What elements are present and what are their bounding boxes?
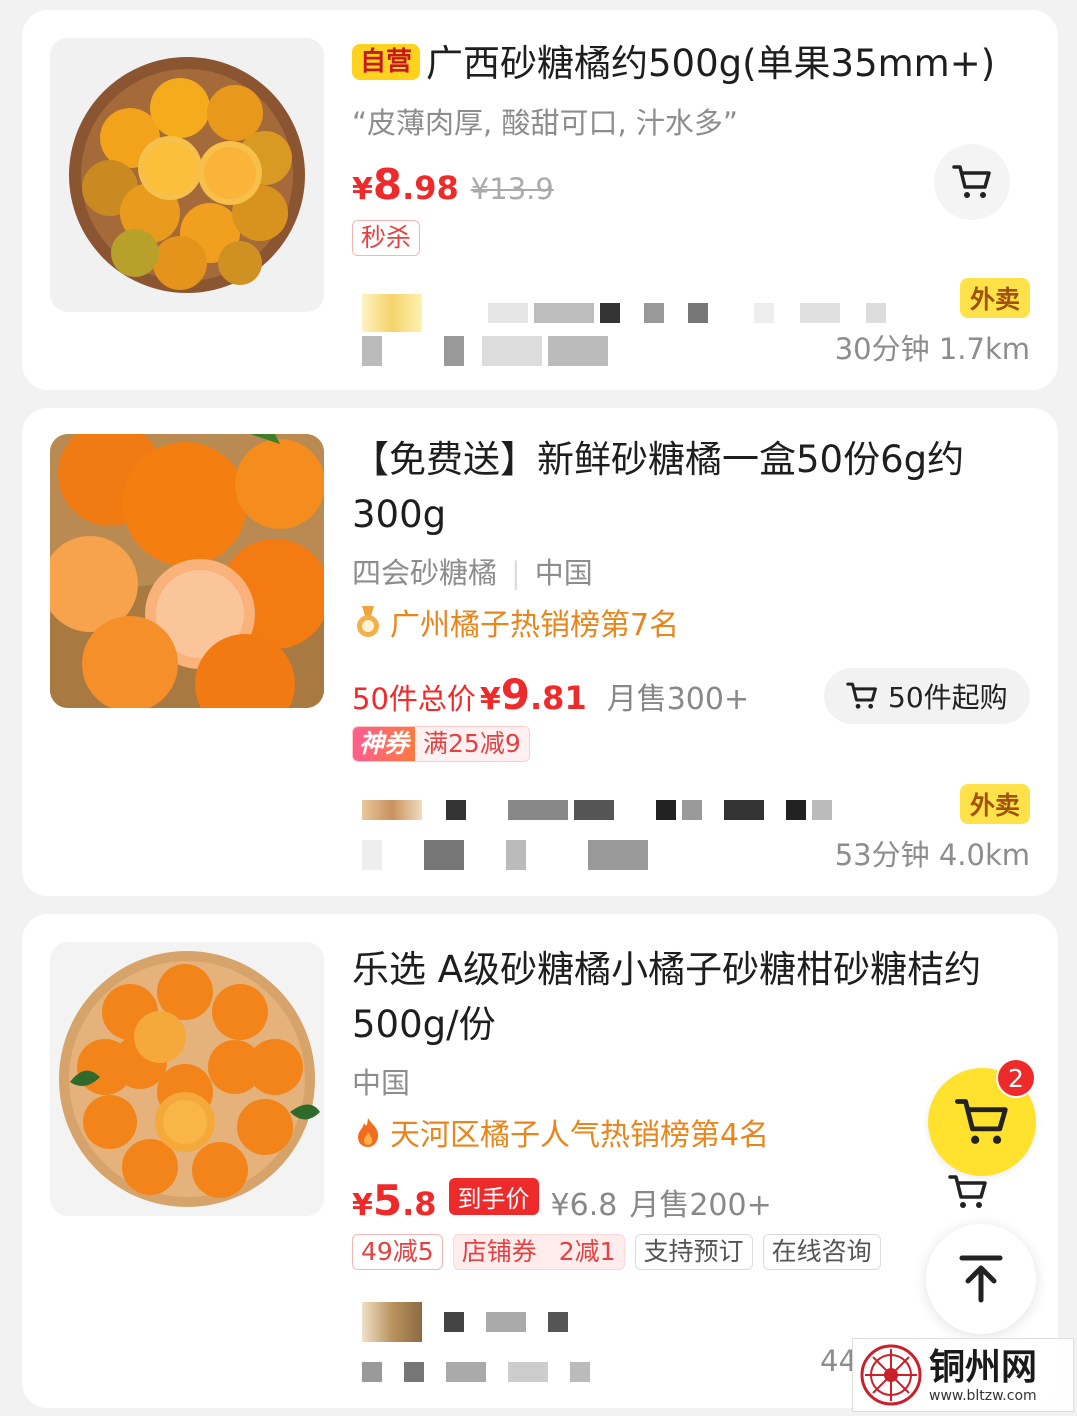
store-coupon-label: 店铺券 [461,1237,537,1266]
site-name: 铜州网 [929,1346,1038,1388]
monthly-sales: 月售200+ [629,1188,772,1223]
cart-icon [954,1099,1008,1144]
store-info-blurred [362,294,886,332]
self-operated-tag: 自营 [352,44,421,80]
delivery-time-distance: 53分钟 4.0km [834,838,1030,872]
store-coupon-chip[interactable]: 店铺券 2减1 [452,1234,625,1270]
product-slogan: “皮薄肉厚, 酸甜可口, 汁水多” [352,106,738,140]
price-integer: 8 [372,160,403,209]
price-symbol: ¥ [352,172,373,207]
cart-icon [846,682,877,709]
rank-text: 广州橘子热销榜第7名 [390,608,680,643]
store-info-blurred [362,800,832,820]
product-image[interactable] [50,434,324,708]
original-price: ¥13.9 [470,172,554,206]
product-image[interactable] [50,38,324,312]
price-decimal: .81 [530,679,587,717]
rank-text: 天河区橘子人气热销榜第4名 [390,1118,770,1153]
price-decimal: .8 [402,1185,437,1223]
store-address-blurred [362,1362,590,1382]
price-symbol: ¥ [352,1188,373,1223]
origin-text: 四会砂糖橘 [352,556,498,590]
price-row: ¥8.98 ¥13.9 [352,160,554,209]
delivery-tag: 外卖 [959,784,1030,824]
delivery-tag: 外卖 [959,278,1030,318]
product-title[interactable]: 【免费送】新鲜砂糖橘一盒50份6g约300g [352,432,1032,542]
current-price: ¥5.8 [352,1176,437,1225]
product-card-3[interactable]: 乐选 A级砂糖橘小橘子砂糖柑砂糖桔约500g/份 中国 天河区橘子人气热销榜第4… [22,914,1058,1408]
store-address-blurred [362,840,648,870]
online-consult-chip: 在线咨询 [762,1234,881,1270]
min-purchase-label: 50件起购 [888,681,1008,714]
site-url: www.bltzw.com [929,1388,1037,1404]
product-card-1[interactable]: 自营 广西砂糖橘约500g(单果35mm+) “皮薄肉厚, 酸甜可口, 汁水多” … [22,10,1058,390]
product-image[interactable] [50,942,324,1216]
flame-icon [358,1118,379,1147]
price-integer: 5 [372,1176,403,1225]
super-coupon[interactable]: 神券 满25减9 [352,726,530,762]
divider: | [511,556,521,590]
site-logo-icon [860,1344,922,1406]
add-to-cart-button[interactable] [934,144,1010,220]
promo-chips: 秒杀 [352,220,421,256]
current-price: ¥9.81 [480,670,587,719]
min-purchase-button[interactable]: 50件起购 [824,668,1030,724]
final-price-tag: 到手价 [448,1178,539,1215]
monthly-sales: 月售300+ [606,682,750,717]
coupon-detail: 满25减9 [415,727,529,761]
cart-count-badge: 2 [996,1058,1036,1098]
hot-rank-label[interactable]: 天河区橘子人气热销榜第4名 [354,1110,769,1154]
promo-chips: 49减5 店铺券 2减1 支持预订 在线咨询 [352,1234,881,1270]
price-decimal: .98 [402,169,459,207]
country-text: 中国 [534,556,593,590]
discount-chip: 49减5 [352,1234,443,1270]
price-row: ¥5.8 到手价 ¥6.8 月售200+ [352,1176,772,1225]
product-card-2[interactable]: 【免费送】新鲜砂糖橘一盒50份6g约300g 四会砂糖橘 | 中国 广州橘子热销榜第… [22,408,1058,896]
delivery-time-distance: 30分钟 1.7km [834,332,1030,366]
arrow-up-icon [959,1255,1003,1303]
price-integer: 9 [500,670,531,719]
hot-rank-label[interactable]: 广州橘子热销榜第7名 [354,600,679,644]
product-title[interactable]: 自营 广西砂糖橘约500g(单果35mm+) [352,36,1032,91]
store-info-blurred [362,1302,568,1342]
cart-icon [952,165,991,198]
site-watermark: 铜州网 www.bltzw.com [852,1338,1074,1412]
product-origin: 四会砂糖橘 | 中国 [352,550,593,592]
product-title[interactable]: 乐选 A级砂糖橘小橘子砂糖柑砂糖桔约500g/份 [352,942,1032,1052]
current-price: ¥8.98 [352,160,459,209]
total-price-label: 50件总价 [352,682,476,716]
preorder-chip: 支持预订 [634,1234,753,1270]
price-symbol: ¥ [479,682,501,717]
price-row: 50件总价 ¥9.81 月售300+ [352,670,749,719]
promo-chips: 神券 满25减9 [352,726,530,762]
coupon-badge: 神券 [353,727,416,761]
medal-icon [357,606,379,637]
product-title-text: 广西砂糖橘约500g(单果35mm+) [426,42,996,85]
back-to-top-button[interactable] [926,1224,1036,1334]
flash-sale-chip: 秒杀 [352,220,421,256]
cart-icon [948,1175,987,1208]
reference-price: ¥6.8 [550,1188,618,1223]
store-coupon-detail: 2减1 [558,1237,616,1266]
store-address-blurred [362,336,608,366]
product-origin: 中国 [352,1066,411,1100]
